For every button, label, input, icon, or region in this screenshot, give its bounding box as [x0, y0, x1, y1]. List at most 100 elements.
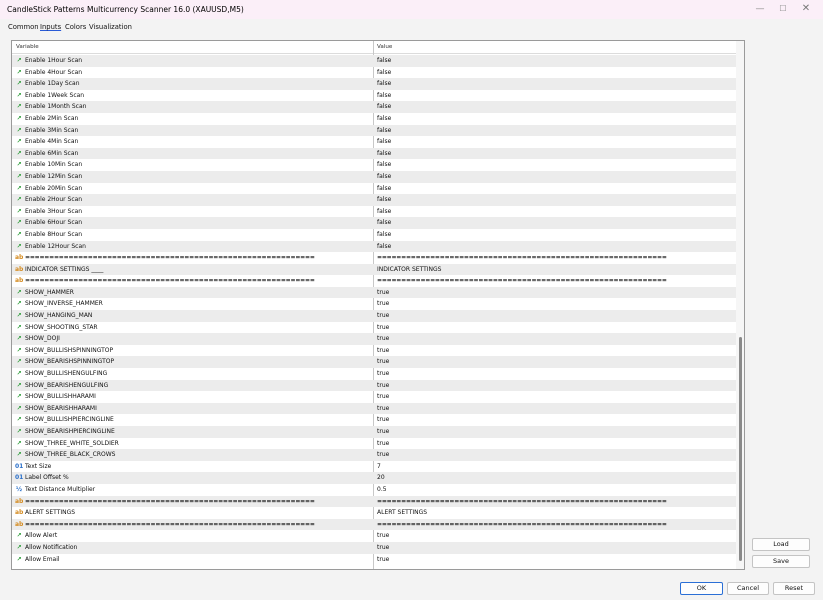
table-row[interactable]: ↗ Enable 12Min Scan false — [12, 170, 736, 183]
variable-value[interactable]: false — [377, 161, 391, 168]
variable-value[interactable]: true — [377, 312, 389, 319]
table-row[interactable]: ↗ SHOW_INVERSE_HAMMER true — [12, 298, 736, 310]
load-button[interactable]: Load — [752, 538, 810, 551]
table-row[interactable]: ½ Text Distance Multiplier 0.5 — [12, 484, 736, 496]
variable-value[interactable]: true — [377, 324, 389, 331]
variable-value[interactable]: true — [377, 532, 389, 539]
variable-value[interactable]: true — [377, 544, 389, 551]
variable-value[interactable]: false — [377, 69, 391, 76]
variable-value[interactable]: ALERT SETTINGS — [377, 509, 427, 516]
scrollbar-thumb[interactable] — [739, 337, 742, 561]
table-row[interactable]: ↗ Enable 10Min Scan false — [12, 159, 736, 171]
close-button[interactable]: ✕ — [799, 2, 813, 16]
table-row[interactable]: ↗ Allow Email true — [12, 554, 736, 566]
variable-value[interactable]: false — [377, 127, 391, 134]
variable-value[interactable]: true — [377, 382, 389, 389]
table-row[interactable]: ↗ SHOW_BEARISHHARAMI true — [12, 402, 736, 415]
table-row[interactable]: ↗ Enable 3Min Scan false — [12, 124, 736, 137]
table-row[interactable]: ab ======================================… — [12, 518, 736, 531]
variable-value[interactable]: false — [377, 138, 391, 145]
table-row[interactable]: ↗ SHOW_BEARISHSPINNINGTOP true — [12, 356, 736, 369]
tab-inputs[interactable]: Inputs — [40, 23, 61, 31]
table-row[interactable]: ab ALERT SETTINGS ALERT SETTINGS — [12, 507, 736, 519]
variable-value[interactable]: true — [377, 370, 389, 377]
variable-value[interactable]: true — [377, 289, 389, 296]
variable-value[interactable]: ========================================… — [377, 277, 667, 284]
table-row[interactable]: ↗ Enable 1Day Scan false — [12, 78, 736, 90]
table-row[interactable]: ↗ Enable 2Min Scan false — [12, 113, 736, 125]
table-row[interactable]: ↗ Enable 4Hour Scan false — [12, 67, 736, 79]
table-row[interactable]: ab INDICATOR SETTINGS ____ INDICATOR SETTI… — [12, 263, 736, 276]
table-row[interactable]: ↗ Enable 8Hour Scan false — [12, 229, 736, 241]
table-row[interactable]: ↗ SHOW_HANGING_MAN true — [12, 310, 736, 322]
table-row[interactable]: ↗ SHOW_BULLISHPIERCINGLINE true — [12, 414, 736, 426]
variable-value[interactable]: false — [377, 219, 391, 226]
table-row[interactable]: ab ======================================… — [12, 495, 736, 508]
maximize-button[interactable]: ☐ — [776, 2, 790, 16]
table-row[interactable]: ↗ Enable 1Hour Scan false — [12, 55, 736, 67]
variable-value[interactable]: false — [377, 92, 391, 99]
table-row[interactable]: ↗ SHOW_BULLISHSPINNINGTOP true — [12, 345, 736, 357]
table-row[interactable]: ↗ Allow Alert true — [12, 530, 736, 542]
variable-value[interactable]: true — [377, 335, 389, 342]
variable-value[interactable]: false — [377, 231, 391, 238]
variable-value[interactable]: ========================================… — [377, 498, 667, 505]
table-row[interactable]: ↗ Enable 20Min Scan false — [12, 183, 736, 195]
table-row[interactable]: ↗ SHOW_BEARISHENGULFING true — [12, 379, 736, 392]
vertical-scrollbar[interactable] — [736, 41, 744, 569]
variable-value[interactable]: false — [377, 57, 391, 64]
variable-value[interactable]: false — [377, 115, 391, 122]
variable-value[interactable]: ========================================… — [377, 254, 667, 261]
variable-value[interactable]: false — [377, 173, 391, 180]
table-row[interactable]: ↗ Enable 6Hour Scan false — [12, 217, 736, 229]
variable-value[interactable]: false — [377, 80, 391, 87]
table-row[interactable]: ↗ SHOW_DOJI true — [12, 333, 736, 345]
cancel-button[interactable]: Cancel — [727, 582, 769, 595]
variable-value[interactable]: false — [377, 196, 391, 203]
variable-value[interactable]: 0.5 — [377, 486, 387, 493]
variable-value[interactable]: true — [377, 416, 389, 423]
variable-value[interactable]: true — [377, 393, 389, 400]
variable-value[interactable]: ========================================… — [377, 521, 667, 528]
variable-value[interactable]: true — [377, 451, 389, 458]
table-row[interactable]: ↗ SHOW_THREE_BLACK_CROWS true — [12, 449, 736, 461]
table-row[interactable]: ↗ Enable 3Hour Scan false — [12, 206, 736, 218]
header-variable[interactable]: Variable — [16, 44, 39, 50]
variable-value[interactable]: false — [377, 208, 391, 215]
table-row[interactable]: ↗ Enable 2Hour Scan false — [12, 194, 736, 206]
save-button[interactable]: Save — [752, 555, 810, 568]
variable-value[interactable]: true — [377, 300, 389, 307]
variable-value[interactable]: true — [377, 556, 389, 563]
table-row[interactable]: ↗ SHOW_THREE_WHITE_SOLDIER true — [12, 438, 736, 450]
table-row[interactable]: ab ======================================… — [12, 252, 736, 264]
variable-value[interactable]: false — [377, 150, 391, 157]
variable-value[interactable]: INDICATOR SETTINGS — [377, 266, 441, 273]
table-row[interactable]: ↗ SHOW_BEARISHPIERCINGLINE true — [12, 426, 736, 438]
table-row[interactable]: 01 Text Size 7 — [12, 461, 736, 473]
table-row[interactable]: ↗ SHOW_SHOOTING_STAR true — [12, 322, 736, 334]
minimize-button[interactable]: — — [753, 2, 767, 16]
table-row[interactable]: ↗ Enable 4Min Scan false — [12, 136, 736, 148]
table-row[interactable]: 01 Label Offset % 20 — [12, 472, 736, 484]
variable-value[interactable]: true — [377, 405, 389, 412]
table-row[interactable]: ↗ SHOW_BULLISHHARAMI true — [12, 391, 736, 403]
table-row[interactable]: ↗ Enable 6Min Scan false — [12, 147, 736, 160]
reset-button[interactable]: Reset — [773, 582, 815, 595]
header-value[interactable]: Value — [377, 44, 392, 50]
table-row[interactable]: ↗ Enable 12Hour Scan false — [12, 240, 736, 253]
variable-value[interactable]: 7 — [377, 463, 381, 470]
variable-value[interactable]: true — [377, 428, 389, 435]
table-row[interactable]: ↗ SHOW_BULLISHENGULFING true — [12, 368, 736, 380]
tab-visualization[interactable]: Visualization — [89, 23, 132, 31]
variable-value[interactable]: false — [377, 243, 391, 250]
table-row[interactable]: ↗ Enable 1Month Scan false — [12, 101, 736, 113]
tab-common[interactable]: Common — [8, 23, 39, 31]
variable-value[interactable]: false — [377, 103, 391, 110]
table-row[interactable]: ↗ SHOW_HAMMER true — [12, 286, 736, 299]
table-row[interactable]: ab ======================================… — [12, 275, 736, 287]
variable-value[interactable]: 20 — [377, 474, 385, 481]
table-row[interactable]: ↗ Allow Notification true — [12, 541, 736, 554]
ok-button[interactable]: OK — [680, 582, 723, 595]
variable-value[interactable]: false — [377, 185, 391, 192]
variable-value[interactable]: true — [377, 347, 389, 354]
